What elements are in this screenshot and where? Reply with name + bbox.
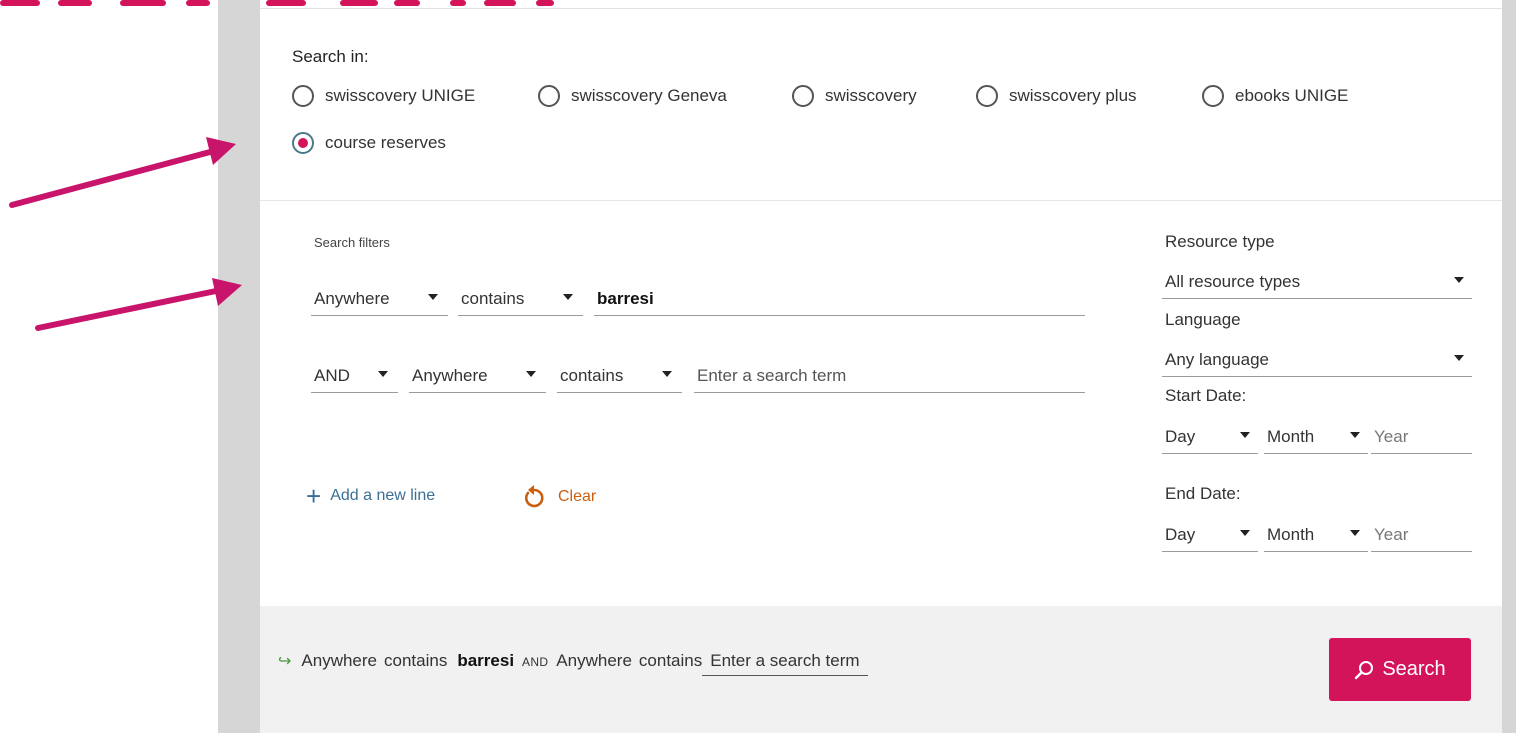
radio-course-reserves[interactable]: course reserves — [292, 132, 446, 154]
start-month-dropdown[interactable]: Month — [1264, 420, 1368, 454]
caret-down-icon — [1240, 432, 1250, 438]
operator-value: contains — [461, 288, 525, 308]
radio-circle-icon — [292, 85, 314, 107]
radio-label: ebooks UNIGE — [1235, 86, 1349, 105]
search-term-input-line2[interactable] — [694, 359, 1085, 393]
radio-circle-icon — [976, 85, 998, 107]
header-fragment — [266, 0, 306, 6]
search-in-label: Search in: — [292, 47, 369, 66]
caret-down-icon — [662, 371, 672, 377]
arrow-right-icon: ↪ — [278, 653, 292, 670]
language-value: Any language — [1165, 349, 1269, 369]
resource-type-value: All resource types — [1165, 271, 1301, 291]
radio-swisscovery-geneva[interactable]: swisscovery Geneva — [538, 85, 727, 107]
summary-op2: contains — [638, 651, 703, 670]
summary-boolean: AND — [522, 655, 549, 669]
operator-value: contains — [560, 365, 624, 385]
summary-term1: barresi — [457, 651, 515, 670]
add-line-label: Add a new line — [330, 487, 436, 504]
caret-down-icon — [1240, 530, 1250, 536]
summary-op1: contains — [384, 651, 448, 670]
clear-button[interactable]: Clear — [522, 484, 596, 510]
plus-icon: + — [306, 481, 322, 511]
radio-ebooks-unige[interactable]: ebooks UNIGE — [1202, 85, 1348, 107]
search-term-input-line1[interactable]: barresi — [594, 282, 1085, 316]
header-fragment — [340, 0, 378, 6]
query-summary: ↪ Anywhere contains barresi AND Anywhere… — [278, 651, 868, 676]
caret-down-icon — [1454, 355, 1464, 361]
field-value: Anywhere — [314, 288, 390, 308]
search-filters-label: Search filters — [314, 235, 390, 250]
caret-down-icon — [526, 371, 536, 377]
month-value: Month — [1267, 524, 1315, 544]
radio-selected-icon — [292, 132, 314, 154]
radio-label: swisscovery plus — [1009, 86, 1137, 105]
search-term-field[interactable] — [697, 365, 1085, 386]
month-value: Month — [1267, 426, 1315, 446]
search-button[interactable]: Search — [1329, 638, 1471, 701]
header-fragment — [450, 0, 466, 6]
year-placeholder: Year — [1374, 524, 1409, 544]
top-divider — [260, 8, 1502, 9]
operator-dropdown-line1[interactable]: contains — [458, 282, 583, 316]
start-day-dropdown[interactable]: Day — [1162, 420, 1258, 454]
day-value: Day — [1165, 524, 1196, 544]
start-year-input[interactable]: Year — [1371, 420, 1472, 454]
radio-swisscovery-plus[interactable]: swisscovery plus — [976, 85, 1137, 107]
resource-type-label: Resource type — [1165, 232, 1275, 251]
field-dropdown-line1[interactable]: Anywhere — [311, 282, 448, 316]
day-value: Day — [1165, 426, 1196, 446]
field-dropdown-line2[interactable]: Anywhere — [409, 359, 546, 393]
clear-label: Clear — [558, 488, 597, 505]
radio-label: swisscovery — [825, 86, 917, 105]
boolean-value: AND — [314, 365, 350, 385]
summary-term2-input[interactable]: Enter a search term — [702, 651, 868, 676]
field-value: Anywhere — [412, 365, 488, 385]
radio-circle-icon — [1202, 85, 1224, 107]
section-divider — [260, 200, 1502, 201]
end-day-dropdown[interactable]: Day — [1162, 518, 1258, 552]
search-button-label: Search — [1382, 658, 1446, 680]
right-gutter — [1502, 0, 1516, 733]
header-fragment — [536, 0, 554, 6]
advanced-search-panel: Search in: swisscovery UNIGE swisscovery… — [260, 0, 1502, 733]
summary-field1: Anywhere — [301, 651, 378, 670]
radio-label: swisscovery UNIGE — [325, 86, 476, 105]
end-date-label: End Date: — [1165, 484, 1241, 503]
resource-type-dropdown[interactable]: All resource types — [1162, 265, 1472, 299]
summary-field2: Anywhere — [556, 651, 632, 670]
header-fragment — [484, 0, 516, 6]
radio-circle-icon — [538, 85, 560, 107]
search-term-value: barresi — [597, 288, 654, 308]
caret-down-icon — [1350, 432, 1360, 438]
radio-swisscovery-unige[interactable]: swisscovery UNIGE — [292, 85, 475, 107]
undo-icon — [524, 485, 544, 508]
boolean-dropdown-line2[interactable]: AND — [311, 359, 398, 393]
end-month-dropdown[interactable]: Month — [1264, 518, 1368, 552]
year-placeholder: Year — [1374, 426, 1409, 446]
caret-down-icon — [378, 371, 388, 377]
radio-label: course reserves — [325, 133, 446, 152]
operator-dropdown-line2[interactable]: contains — [557, 359, 682, 393]
search-icon — [1355, 660, 1374, 679]
language-dropdown[interactable]: Any language — [1162, 343, 1472, 377]
end-year-input[interactable]: Year — [1371, 518, 1472, 552]
annotation-arrow-icon — [9, 137, 242, 331]
caret-down-icon — [1454, 277, 1464, 283]
caret-down-icon — [1350, 530, 1360, 536]
start-date-label: Start Date: — [1165, 386, 1247, 405]
header-fragment — [394, 0, 420, 6]
radio-circle-icon — [792, 85, 814, 107]
language-label: Language — [1165, 310, 1241, 329]
caret-down-icon — [428, 294, 438, 300]
radio-swisscovery[interactable]: swisscovery — [792, 85, 917, 107]
radio-label: swisscovery Geneva — [571, 86, 727, 105]
add-new-line-button[interactable]: + Add a new line — [306, 481, 436, 511]
caret-down-icon — [563, 294, 573, 300]
